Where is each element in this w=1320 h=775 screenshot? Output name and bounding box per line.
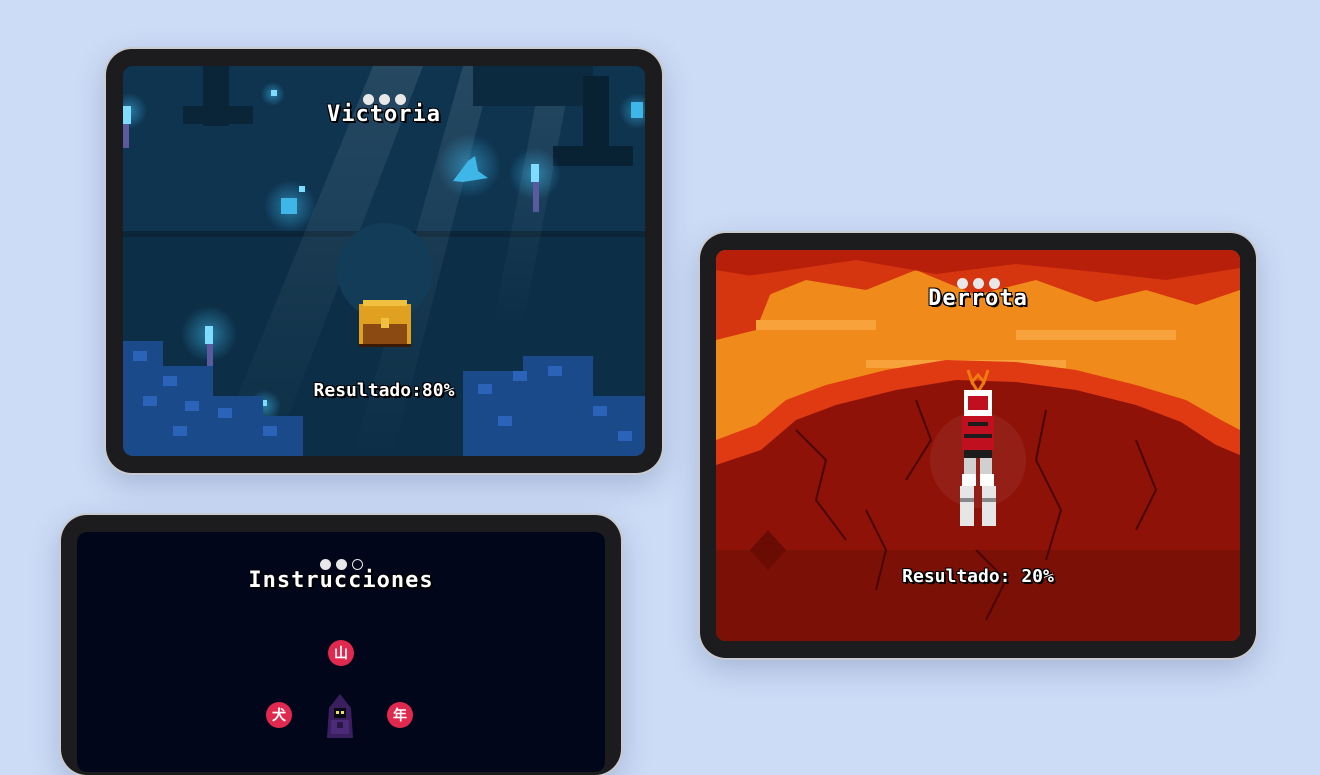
kanji-year-badge[interactable]: 年 bbox=[387, 702, 413, 728]
victory-screen: Victoria Resultado:80% bbox=[123, 66, 645, 456]
defeat-screen: Derrota Resultado: 20% bbox=[716, 250, 1240, 641]
tablet-defeat: Derrota Resultado: 20% bbox=[700, 233, 1256, 658]
victory-result: Resultado:80% bbox=[313, 380, 455, 401]
instructions-screen: Instrucciones 山 犬 年 bbox=[77, 532, 605, 772]
defeat-title: Derrota bbox=[928, 286, 1028, 311]
victory-title: Victoria bbox=[327, 102, 441, 127]
defeat-result: Resultado: 20% bbox=[902, 566, 1054, 587]
treasure-chest-icon[interactable] bbox=[359, 300, 411, 347]
wizard-character-icon bbox=[327, 694, 353, 738]
tablet-instructions: Instrucciones 山 犬 年 bbox=[61, 515, 621, 775]
kanji-mountain-badge[interactable]: 山 bbox=[328, 640, 354, 666]
instructions-title: Instrucciones bbox=[248, 568, 434, 593]
tablet-victory: Victoria Resultado:80% bbox=[106, 49, 662, 473]
kanji-dog-badge[interactable]: 犬 bbox=[266, 702, 292, 728]
